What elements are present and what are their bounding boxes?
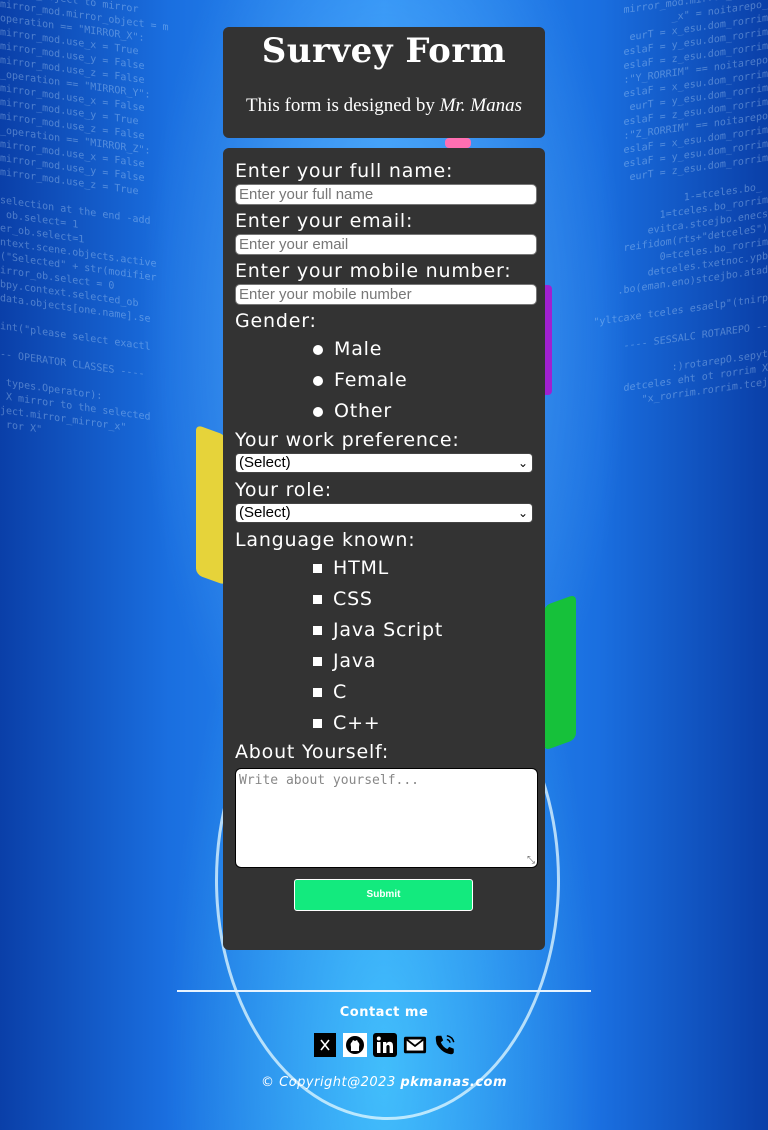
work-preference-select[interactable]: (Select) ⌄ (235, 453, 533, 473)
chevron-down-icon: ⌄ (517, 456, 528, 470)
decorative-yellow-tile (196, 424, 226, 586)
work-preference-label: Your work preference: (235, 429, 460, 451)
email-label: Enter your email: (235, 210, 414, 232)
language-option-java[interactable]: Java (235, 646, 539, 677)
checkbox-bullet-icon (313, 626, 322, 635)
checkbox-bullet-icon (313, 564, 322, 573)
language-option-html[interactable]: HTML (235, 553, 539, 584)
language-label: Language known: (235, 529, 416, 551)
checkbox-bullet-icon (313, 719, 322, 728)
full-name-input[interactable] (235, 184, 537, 205)
resize-handle-icon[interactable]: ⤡ (527, 855, 535, 866)
checkbox-bullet-icon (313, 657, 322, 666)
mobile-input[interactable] (235, 284, 537, 305)
footer-divider (177, 990, 591, 992)
gender-option-female[interactable]: Female (235, 365, 539, 396)
github-icon[interactable] (343, 1033, 367, 1057)
radio-bullet-icon (313, 375, 323, 386)
checkbox-bullet-icon (313, 595, 322, 604)
language-option-css[interactable]: CSS (235, 584, 539, 615)
background-code-right: mirror_mod.mirror_object _x" = noitarepo… (593, 0, 768, 406)
radio-bullet-icon (313, 406, 323, 417)
chevron-down-icon: ⌄ (517, 506, 528, 520)
site-name: pkmanas.com (400, 1075, 508, 1090)
gender-option-male[interactable]: Male (235, 334, 539, 365)
about-label: About Yourself: (235, 741, 390, 763)
copyright-text: © Copyright@2023 pkmanas.com (260, 1075, 508, 1090)
radio-bullet-icon (313, 344, 323, 355)
x-icon[interactable] (313, 1033, 337, 1057)
contact-heading: Contact me (339, 1005, 429, 1020)
language-option-c[interactable]: C (235, 677, 539, 708)
language-option-cpp[interactable]: C++ (235, 708, 539, 739)
survey-form: Enter your full name: Enter your email: … (223, 148, 545, 950)
submit-button[interactable]: Submit (294, 879, 473, 911)
role-select[interactable]: (Select) ⌄ (235, 503, 533, 523)
linkedin-icon[interactable] (373, 1033, 397, 1057)
language-option-javascript[interactable]: Java Script (235, 615, 539, 646)
email-input[interactable] (235, 234, 537, 255)
gender-option-other[interactable]: Other (235, 396, 539, 427)
decorative-green-tile (544, 594, 576, 751)
social-links (313, 1033, 457, 1057)
phone-icon[interactable] (433, 1033, 457, 1057)
decorative-pink-tile (445, 138, 471, 148)
gender-label: Gender: (235, 310, 317, 332)
full-name-label: Enter your full name: (235, 160, 454, 182)
designer-credit: This form is designed by Mr. Manas (245, 95, 523, 116)
role-label: Your role: (235, 479, 332, 501)
designer-name: Mr. Manas (439, 95, 523, 116)
page-title: Survey Form (261, 31, 507, 71)
background-code-left: mirror_object to mirror mirror_mod.mirro… (0, 0, 169, 436)
gmail-icon[interactable] (403, 1033, 427, 1057)
checkbox-bullet-icon (313, 688, 322, 697)
about-textarea[interactable]: Write about yourself... ⤡ (235, 768, 538, 868)
header-card: Survey Form This form is designed by Mr.… (223, 27, 545, 138)
mobile-label: Enter your mobile number: (235, 260, 512, 282)
